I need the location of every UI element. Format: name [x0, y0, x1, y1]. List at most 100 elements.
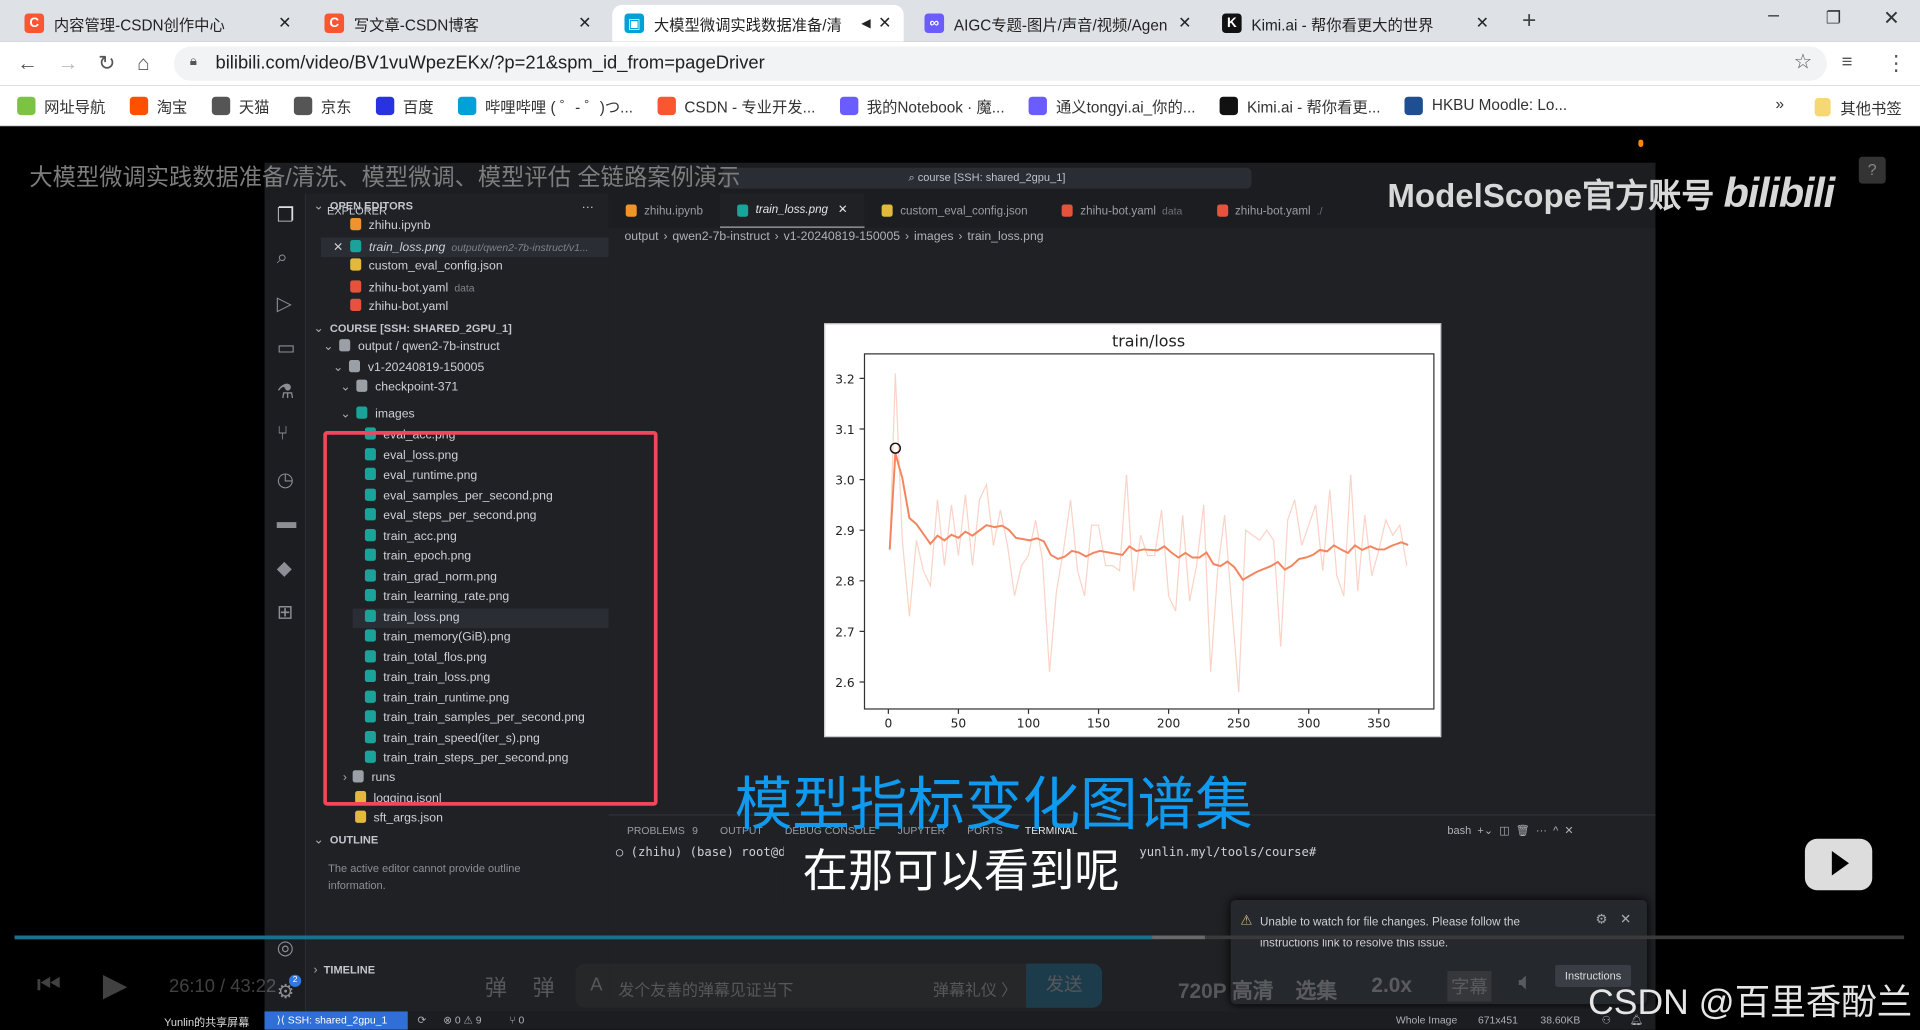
danmaku-toggle-icon[interactable]: 弹 — [485, 971, 507, 1003]
bookmark-item[interactable]: 百度 — [375, 94, 434, 117]
command-center-search[interactable]: ⌕ course [SSH: shared_2gpu_1] — [722, 167, 1252, 189]
browser-tab[interactable]: ▣ 大模型微调实践数据准备/清 ◀ ✕ — [612, 4, 904, 42]
episodes-button[interactable]: 选集 — [1296, 973, 1338, 1004]
close-panel-icon[interactable]: ✕ — [1564, 824, 1573, 836]
search-icon[interactable]: ⌕ — [277, 247, 288, 269]
tab-close-icon[interactable]: ✕ — [1476, 13, 1489, 33]
testing-icon[interactable]: ⚗ — [277, 380, 295, 404]
subtitles-button[interactable]: 字幕 — [1447, 971, 1492, 1002]
breadcrumb-item[interactable]: train_loss.png — [967, 230, 1043, 243]
progress-track[interactable] — [14, 935, 1905, 940]
tab-close-icon[interactable]: ✕ — [1178, 13, 1191, 33]
python-icon[interactable]: ◆ — [277, 556, 292, 580]
breadcrumb-item[interactable]: v1-20240819-150005 — [784, 230, 900, 243]
explorer-icon[interactable]: ❐ — [277, 203, 295, 227]
bilibili-tv-icon[interactable] — [1804, 827, 1873, 891]
volume-icon[interactable]: 🔈︎ — [1518, 969, 1533, 997]
new-terminal-icon[interactable]: +⌄ — [1477, 824, 1493, 836]
remote-explorer-icon[interactable]: ▭ — [277, 336, 296, 360]
minimize-button[interactable]: – — [1768, 5, 1779, 27]
remote-indicator[interactable]: ⟩⟨ SSH: shared_2gpu_1 — [264, 1011, 408, 1030]
home-button[interactable]: ⌂ — [137, 51, 150, 75]
trash-icon[interactable]: 🗑︎ — [1516, 824, 1530, 836]
browser-tab[interactable]: C 内容管理-CSDN创作中心 ✕ — [12, 5, 303, 42]
tree-item[interactable]: sft_args.json — [355, 809, 443, 829]
notification-close-icon[interactable]: ✕ — [1620, 911, 1631, 927]
editor-tab[interactable]: custom_eval_config.json — [865, 193, 1045, 227]
close-editor-icon[interactable]: ✕ — [333, 241, 343, 254]
bookmark-item[interactable]: 网址导航 — [17, 94, 105, 117]
breadcrumb-item[interactable]: images — [914, 230, 953, 243]
speed-button[interactable]: 2.0x — [1371, 973, 1412, 997]
close-window-button[interactable]: ✕ — [1883, 6, 1899, 30]
ports-status[interactable]: ⑂ 0 — [509, 1011, 524, 1029]
chevron-icon[interactable]: ⌄ — [340, 408, 350, 421]
image-mode-status[interactable]: Whole Image — [1396, 1011, 1457, 1029]
restore-button[interactable]: ❐ — [1826, 7, 1841, 28]
bookmark-item[interactable]: 京东 — [293, 94, 352, 117]
tab-close-icon[interactable]: ✕ — [578, 13, 591, 33]
play-button[interactable]: ▶ — [103, 966, 127, 1004]
bookmark-star-icon[interactable]: ☆ — [1794, 50, 1813, 74]
chevron-icon[interactable]: ⌄ — [323, 340, 333, 353]
reading-list-icon[interactable]: ≡ — [1842, 51, 1853, 72]
timeline-icon[interactable]: ◷ — [277, 468, 294, 492]
menu-icon[interactable]: ⋮ — [1886, 51, 1907, 75]
chevron-icon[interactable]: ⌄ — [340, 381, 350, 394]
help-icon[interactable]: ? — [1858, 156, 1886, 184]
breadcrumb-item[interactable]: qwen2-7b-instruct — [672, 230, 769, 243]
open-editor-item[interactable]: ✕ train_loss.png output/qwen2-7b-instruct/… — [320, 236, 609, 258]
chevron-icon[interactable]: ⌄ — [333, 361, 343, 374]
open-editor-item[interactable]: zhihu.ipynb — [350, 217, 431, 237]
back-button[interactable]: ← — [17, 51, 38, 75]
terminal-shell-label[interactable]: bash — [1447, 824, 1471, 836]
open-editor-item[interactable]: custom_eval_config.json — [350, 257, 503, 277]
folder-item[interactable]: ⌄ checkpoint-371 — [340, 378, 458, 398]
danmaku-input[interactable]: A 发个友善的弹幕见证当下 弹幕礼仪 〉 发送 — [575, 963, 1103, 1008]
extensions-icon[interactable]: ⊞ — [277, 600, 293, 624]
outline-section[interactable]: ⌄ OUTLINE — [313, 830, 378, 850]
bookmark-item[interactable]: HKBU Moodle: Lo... — [1404, 94, 1567, 117]
sync-icon[interactable]: ⟳ — [418, 1011, 427, 1029]
run-debug-icon[interactable]: ▷ — [277, 291, 292, 315]
reload-button[interactable]: ↻ — [98, 51, 115, 75]
open-editor-item[interactable]: zhihu-bot.yaml data — [350, 277, 475, 297]
course-section[interactable]: ⌄ COURSE [SSH: SHARED_2GPU_1] — [313, 318, 511, 338]
chevron-icon[interactable]: ⌄ — [313, 322, 323, 335]
problems-status[interactable]: ⊗ 0 ⚠ 9 — [443, 1011, 481, 1029]
bookmark-item[interactable]: 我的Notebook · 魔... — [839, 94, 1005, 117]
open-editor-item[interactable]: zhihu-bot.yaml — [350, 298, 448, 318]
new-tab-button[interactable]: + — [1522, 7, 1536, 35]
split-terminal-icon[interactable]: ◫ — [1499, 824, 1509, 836]
folder-item[interactable]: ⌄ v1-20240819-150005 — [333, 359, 484, 379]
audio-icon[interactable]: ◀ — [861, 17, 870, 30]
bookmark-item[interactable]: 天猫 — [211, 94, 269, 117]
bookmark-item[interactable]: 淘宝 — [129, 94, 187, 117]
editor-tab[interactable]: zhihu-bot.yaml ./ — [1199, 193, 1339, 227]
forward-button[interactable]: → — [58, 51, 79, 75]
folder-item[interactable]: ⌄ images — [340, 405, 415, 425]
other-bookmarks-folder[interactable]: 其他书签 — [1814, 96, 1902, 119]
bookmark-item[interactable]: CSDN - 专业开发... — [657, 94, 815, 117]
folder-item[interactable]: ⌄ output / qwen2-7b-instruct — [323, 338, 500, 358]
danmaku-etiquette-link[interactable]: 弹幕礼仪 〉 — [933, 977, 1017, 1000]
maximize-panel-icon[interactable]: ^ — [1553, 824, 1558, 836]
danmaku-settings-icon[interactable]: 弹 — [533, 971, 555, 1003]
bookmark-item[interactable]: Kimi.ai - 帮你看更... — [1220, 94, 1380, 117]
previous-button[interactable]: ⏮︎ — [37, 969, 61, 1001]
tab-close-icon[interactable]: ✕ — [278, 13, 291, 33]
url-field[interactable]: 🔒︎ bilibili.com/video/BV1vuWpezEKx/?p=21… — [173, 46, 1827, 81]
browser-tab[interactable]: K Kimi.ai - 帮你看更大的世界 ✕ — [1210, 5, 1501, 42]
browser-tab[interactable]: C 写文章-CSDN博客 ✕ — [312, 5, 603, 42]
editor-tab[interactable]: train_loss.png ✕ — [720, 193, 865, 228]
folder-icon[interactable]: ▬ — [277, 512, 297, 534]
editor-tab[interactable]: zhihu.ipynb — [609, 193, 721, 227]
open-editors-section[interactable]: ⌄ OPEN EDITORS — [313, 196, 412, 216]
send-button[interactable]: 发送 — [1026, 963, 1103, 1008]
tab-close-icon[interactable]: ✕ — [878, 13, 891, 33]
breadcrumb-item[interactable]: output — [624, 230, 658, 243]
panel-tab[interactable]: PROBLEMS — [627, 824, 685, 841]
editor-tab[interactable]: zhihu-bot.yaml data — [1045, 193, 1200, 227]
source-control-icon[interactable]: ⑂ — [277, 424, 289, 446]
quality-button[interactable]: 720P 高清 — [1178, 973, 1274, 1004]
